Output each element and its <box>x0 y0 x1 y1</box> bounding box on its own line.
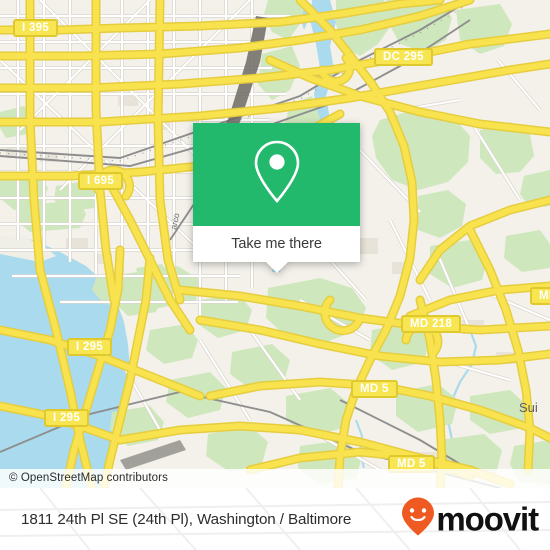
road-shield-i395: I 395 <box>13 19 59 37</box>
station-address-title: 1811 24th Pl SE (24th Pl), Washington / … <box>21 510 352 528</box>
map-attribution: © OpenStreetMap contributors <box>0 469 550 488</box>
road-shield-md5-upper: MD 5 <box>351 380 398 398</box>
map-pin-icon <box>251 139 303 210</box>
road-shield-label: MD 5 <box>360 383 389 395</box>
moovit-logo[interactable]: moovit <box>401 497 539 542</box>
place-label-suitland: Sui <box>519 400 538 415</box>
road-shield-md218: MD 218 <box>401 315 462 333</box>
road-shield-dc295: DC 295 <box>374 48 433 66</box>
take-me-there-label: Take me there <box>231 236 322 252</box>
page-footer: 1811 24th Pl SE (24th Pl), Washington / … <box>0 488 550 550</box>
popup-tail-pointer <box>265 262 288 273</box>
moovit-station-map-page: arco Sui I 395 I 695 DC 295 MD 218 MD 5 … <box>0 0 550 550</box>
road-shield-i295-upper: I 295 <box>67 338 113 356</box>
road-shield-i295-lower: I 295 <box>44 409 90 427</box>
moovit-wordmark: moovit <box>436 500 539 538</box>
popup-card-action[interactable]: Take me there <box>193 226 360 273</box>
road-shield-label: DC 295 <box>383 51 424 63</box>
road-shield-label: MD <box>539 290 550 302</box>
road-shield-label: I 695 <box>87 175 115 187</box>
station-popup-card[interactable]: Take me there <box>193 123 360 273</box>
road-shield-label: MD 218 <box>410 318 453 330</box>
road-shield-md-clipped: MD <box>530 287 550 305</box>
road-shield-label: I 395 <box>22 22 50 34</box>
road-shield-i695: I 695 <box>78 172 124 190</box>
moovit-smiley-pin-icon <box>401 497 435 542</box>
road-shield-label: I 295 <box>76 341 104 353</box>
popup-card-header <box>193 123 360 226</box>
road-shield-label: I 295 <box>53 412 81 424</box>
